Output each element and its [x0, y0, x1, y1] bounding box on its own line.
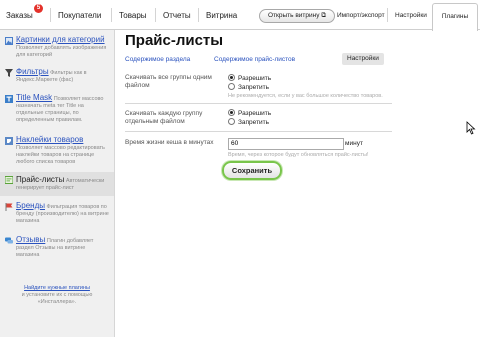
radio-selected-icon	[228, 109, 235, 116]
radio-label: Запретить	[238, 84, 270, 91]
sidebar-item-title: Прайс-листы	[16, 175, 65, 184]
download-all-allow-radio[interactable]: Разрешить	[228, 74, 271, 82]
nav-settings[interactable]: Настройки	[395, 12, 427, 19]
sidebar-item-product-stickers[interactable]: Наклейки товаров Позволяет массово редак…	[0, 134, 114, 170]
price-list-icon	[5, 176, 13, 184]
radio-label: Запретить	[238, 119, 270, 126]
download-each-deny-radio[interactable]: Запретить	[228, 118, 269, 126]
sidebar-footer: Найдите нужные плагины и установите их с…	[4, 285, 110, 306]
plugins-sidebar: Картинки для категорий Позволяет добавля…	[0, 30, 115, 337]
nav-import-export[interactable]: Импорт/экспорт	[337, 12, 385, 19]
nav-divider	[387, 8, 388, 22]
top-navigation: Заказы 5 Покупатели Товары Отчеты Витрин…	[0, 0, 480, 31]
funnel-icon	[5, 69, 13, 77]
cache-lifetime-label: Время жизни кеша в минутах	[125, 139, 214, 146]
nav-divider	[198, 8, 199, 22]
nav-reports[interactable]: Отчеты	[163, 11, 191, 20]
find-plugins-link[interactable]: Найдите нужные плагины	[24, 285, 90, 291]
sidebar-item-description: Позволяет массово редактировать наклейки…	[16, 145, 105, 165]
sidebar-item-title: Отзывы	[16, 235, 46, 244]
radio-selected-icon	[228, 74, 235, 81]
sidebar-item-title-mask[interactable]: Title Mask Позволяет массово назначать m…	[0, 92, 114, 132]
download-all-deny-radio[interactable]: Запретить	[228, 83, 269, 91]
nav-plugins-tab[interactable]: Плагины	[432, 3, 478, 31]
sidebar-item-title: Наклейки товаров	[16, 135, 84, 144]
nav-orders[interactable]: Заказы	[6, 11, 33, 20]
nav-customers[interactable]: Покупатели	[58, 11, 101, 20]
external-link-icon: ⧉	[321, 12, 326, 19]
sidebar-item-description: Позволяет добавлять изображения для кате…	[16, 45, 107, 58]
radio-label: Разрешить	[238, 110, 272, 117]
tab-section-content[interactable]: Содержимое раздела	[125, 56, 190, 63]
section-divider	[125, 103, 392, 104]
section-divider	[125, 131, 392, 132]
installer-note: и установите их с помощью «Инсталлера».	[21, 292, 93, 305]
nav-divider	[50, 8, 51, 22]
mouse-cursor-icon	[466, 121, 476, 135]
image-icon	[5, 37, 13, 45]
cache-unit-label: минут	[345, 140, 363, 147]
sticker-icon	[5, 137, 13, 145]
tab-settings[interactable]: Настройки	[342, 53, 384, 65]
sidebar-item-category-images[interactable]: Картинки для категорий Позволяет добавля…	[0, 34, 114, 64]
nav-divider	[111, 8, 112, 22]
open-storefront-button[interactable]: Открыть витрину ⧉	[259, 9, 335, 23]
t-letter-icon	[5, 95, 13, 103]
comments-icon	[5, 237, 13, 244]
page-title: Прайс-листы	[125, 32, 224, 49]
nav-divider	[155, 8, 156, 22]
sidebar-item-reviews[interactable]: Отзывы Плагин добавляет раздел Отзывы на…	[0, 234, 114, 266]
tab-price-list-content[interactable]: Содержимое прайс-листов	[214, 56, 295, 63]
nav-storefront[interactable]: Витрина	[206, 11, 237, 20]
cache-hint: Время, через которое будут обновляться п…	[228, 152, 369, 158]
flag-icon	[5, 203, 13, 211]
save-button[interactable]: Сохранить	[222, 161, 282, 180]
nav-plugins-label: Плагины	[441, 13, 469, 20]
download-each-allow-radio[interactable]: Разрешить	[228, 109, 271, 117]
sidebar-item-title: Фильтры	[16, 67, 49, 76]
sidebar-item-title: Картинки для категорий	[16, 35, 105, 44]
orders-count-badge: 5	[34, 4, 43, 13]
radio-empty-icon	[228, 83, 235, 90]
download-all-groups-label: Скачивать все группы одним файлом	[125, 74, 212, 89]
cache-minutes-input[interactable]: 60	[228, 138, 344, 150]
sidebar-item-brands[interactable]: Бренды Фильтрация товаров по бренду (про…	[0, 200, 114, 232]
sidebar-item-filters[interactable]: Фильтры Фильтры как в Яндекс.Маркете (фа…	[0, 66, 114, 90]
radio-empty-icon	[228, 118, 235, 125]
download-each-group-label: Скачивать каждую группу отдельным файлом	[125, 110, 203, 125]
sidebar-item-title: Title Mask	[16, 93, 53, 102]
open-storefront-label: Открыть витрину	[268, 12, 320, 19]
nav-products[interactable]: Товары	[119, 11, 147, 20]
download-all-hint: Не рекомендуется, если у вас большое кол…	[228, 93, 383, 99]
sidebar-item-title: Бренды	[16, 201, 45, 210]
sidebar-item-price-lists[interactable]: Прайс-листы Автоматически генерирует пра…	[0, 172, 114, 196]
radio-label: Разрешить	[238, 75, 272, 82]
